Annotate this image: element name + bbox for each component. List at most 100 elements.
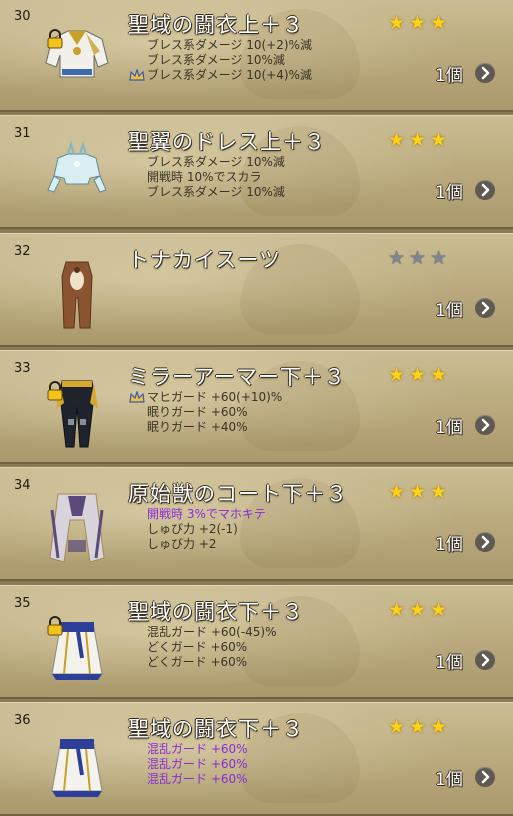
item-row[interactable]: 31 聖翼のドレス上＋３ ★ ★ ★ ブレス系ダメージ 10%減 開戦時 10%でスカラ ブレ…	[0, 115, 513, 230]
effect-text: ブレス系ダメージ 10%減	[147, 155, 285, 170]
effect-line: 混乱ガード +60%	[147, 772, 377, 787]
padlock-icon	[45, 29, 65, 49]
star-icon: ★	[387, 481, 406, 504]
padlock-icon	[45, 380, 65, 401]
star-rating: ★ ★ ★	[386, 13, 452, 33]
star-icon: ★	[429, 363, 448, 386]
item-number: 36	[14, 712, 31, 728]
star-icon: ★	[408, 363, 427, 386]
item-quantity: 1個	[435, 417, 463, 438]
star-icon: ★	[387, 12, 406, 34]
equipment-icon	[38, 363, 116, 453]
item-quantity: 1個	[435, 535, 463, 556]
effect-line: ブレス系ダメージ 10%減	[147, 155, 377, 170]
star-icon: ★	[408, 481, 427, 504]
item-effects: ブレス系ダメージ 10(+2)%減 ブレス系ダメージ 10%減 ブレス系ダメージ 1…	[129, 38, 377, 83]
item-effects: ブレス系ダメージ 10%減 開戦時 10%でスカラ ブレス系ダメージ 10%減	[147, 155, 377, 200]
item-row[interactable]: 30 聖域の闘衣上＋３ ★ ★ ★ ブレス系ダメージ 10(+2)%減 ブレス系ダメージ 1…	[0, 0, 513, 112]
item-row[interactable]: 36 聖域の闘衣下＋３ ★ ★ ★ 混乱ガード +60% 混乱ガード +60% 混乱ガード +…	[0, 701, 513, 816]
effect-line: 開戦時 3%でマホキテ	[147, 507, 377, 522]
effect-line: ブレス系ダメージ 10%減	[147, 185, 377, 200]
item-name: ミラーアーマー下＋３	[128, 364, 346, 389]
item-row[interactable]: 32 トナカイスーツ ★ ★ ★ 1個	[0, 232, 513, 347]
star-icon: ★	[429, 715, 448, 738]
effect-text: 混乱ガード +60%	[147, 756, 248, 771]
chevron-right-icon[interactable]	[475, 297, 495, 318]
crown-icon	[129, 69, 145, 82]
star-rating: ★ ★ ★	[386, 717, 452, 737]
star-rating: ★ ★ ★	[386, 130, 452, 150]
effect-line: ブレス系ダメージ 10%減	[147, 53, 377, 68]
chevron-right-icon[interactable]	[475, 649, 495, 670]
effect-text: しゅび力 +2(-1)	[147, 522, 238, 537]
item-name: 聖翼のドレス上＋３	[128, 130, 326, 155]
effect-text: ブレス系ダメージ 10(+4)%減	[147, 68, 312, 82]
chevron-right-icon[interactable]	[475, 63, 495, 83]
star-icon: ★	[429, 129, 448, 152]
effect-line: 混乱ガード +60(-45)%	[147, 625, 377, 640]
effect-text: ブレス系ダメージ 10(+2)%減	[147, 38, 312, 52]
effect-line: 混乱ガード +60%	[147, 742, 377, 757]
equipment-icon	[38, 598, 116, 688]
star-icon: ★	[408, 12, 427, 34]
item-name: 聖域の闘衣下＋３	[128, 716, 304, 741]
star-icon: ★	[408, 598, 427, 621]
item-number: 31	[14, 126, 31, 142]
item-effects: 混乱ガード +60(-45)% どくガード +60% どくガード +60%	[147, 625, 377, 670]
effect-text: 混乱ガード +60(-45)%	[147, 624, 277, 639]
effect-line: しゅび力 +2	[147, 537, 377, 552]
item-quantity: 1個	[435, 652, 463, 673]
effect-text: 眠りガード +60%	[147, 404, 248, 419]
star-icon: ★	[408, 129, 427, 152]
star-icon: ★	[429, 598, 448, 621]
star-icon: ★	[429, 246, 448, 269]
equipment-icon	[38, 715, 116, 805]
equipment-icon	[38, 128, 116, 218]
chevron-right-icon[interactable]	[475, 180, 495, 201]
star-icon: ★	[429, 481, 448, 504]
effect-text: 眠りガード +40%	[147, 419, 248, 434]
effect-text: ブレス系ダメージ 10%減	[147, 53, 285, 67]
effect-line: 眠りガード +60%	[147, 405, 377, 420]
item-quantity: 1個	[435, 769, 463, 790]
item-number: 30	[14, 9, 31, 24]
chevron-right-icon[interactable]	[475, 414, 495, 435]
effect-line: どくガード +60%	[147, 640, 377, 655]
effect-text: 開戦時 10%でスカラ	[147, 170, 262, 185]
effect-line: しゅび力 +2(-1)	[147, 522, 377, 537]
effect-line: 開戦時 10%でスカラ	[147, 170, 377, 185]
item-row[interactable]: 34 原始獣のコート下＋３ ★ ★ ★ 開戦時 3%でマホキテ しゅび力 +2(-1) しゅび…	[0, 467, 513, 582]
effect-text: ブレス系ダメージ 10%減	[147, 185, 285, 200]
effect-line: マヒガード +60(+10)%	[129, 389, 377, 405]
item-name: 原始獣のコート下＋３	[128, 482, 348, 507]
star-icon: ★	[429, 12, 448, 34]
chevron-right-icon[interactable]	[475, 532, 495, 553]
star-rating: ★ ★ ★	[386, 600, 452, 620]
item-effects: 開戦時 3%でマホキテ しゅび力 +2(-1) しゅび力 +2	[147, 507, 377, 552]
effect-line: ブレス系ダメージ 10(+2)%減	[147, 38, 377, 53]
star-icon: ★	[387, 246, 406, 269]
item-number: 34	[14, 478, 31, 494]
equipment-icon	[38, 246, 116, 336]
item-row[interactable]: 33 ミラーアーマー下＋３ ★ ★ ★ マヒガード +60(+10)% 眠りガード +60%…	[0, 349, 513, 464]
star-icon: ★	[408, 246, 427, 269]
item-number: 33	[14, 360, 31, 376]
item-row[interactable]: 35 聖域の闘衣下＋３ ★ ★ ★ 混乱ガード +60(-45)% どくガード +60% どく…	[0, 584, 513, 699]
equipment-icon	[38, 480, 116, 570]
star-rating: ★ ★ ★	[386, 482, 452, 502]
padlock-icon	[45, 615, 65, 636]
item-effects: 混乱ガード +60% 混乱ガード +60% 混乱ガード +60%	[147, 742, 377, 787]
star-rating: ★ ★ ★	[386, 365, 452, 385]
effect-line: ブレス系ダメージ 10(+4)%減	[129, 68, 377, 83]
star-icon: ★	[387, 363, 406, 386]
star-icon: ★	[387, 598, 406, 621]
effect-text: マヒガード +60(+10)%	[147, 389, 283, 404]
chevron-right-icon[interactable]	[475, 766, 495, 787]
effect-line: 眠りガード +40%	[147, 420, 377, 435]
item-name: 聖域の闘衣下＋３	[128, 599, 304, 624]
effect-text: どくガード +60%	[147, 639, 248, 654]
star-icon: ★	[408, 715, 427, 738]
star-icon: ★	[387, 715, 406, 738]
item-name: トナカイスーツ	[128, 247, 281, 272]
effect-text: 混乱ガード +60%	[147, 741, 248, 756]
